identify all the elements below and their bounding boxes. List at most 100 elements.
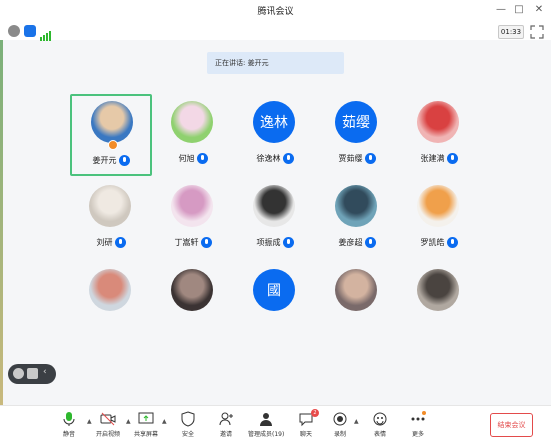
participant-name: 贾茹缨 xyxy=(338,153,363,163)
participant-name-row: 罗凯皓 xyxy=(398,235,480,249)
more-icon xyxy=(411,411,426,421)
microphone-icon xyxy=(282,236,294,248)
participant-tile[interactable]: 罗凯皓 xyxy=(398,178,480,260)
avatar xyxy=(253,185,295,227)
video-button[interactable]: 开启视频 xyxy=(96,411,120,438)
participant-name-row: 姜开元 xyxy=(72,153,150,167)
meeting-timer: 01:33 xyxy=(498,25,524,39)
signal-icon[interactable] xyxy=(40,26,52,41)
invite-icon xyxy=(219,412,233,426)
participant-name: 刘研 xyxy=(96,237,113,247)
title-bar: 腾讯会议 — □ ✕ xyxy=(0,0,551,23)
avatar xyxy=(417,185,459,227)
participant-tile[interactable]: 项振成 xyxy=(234,178,316,260)
record-button[interactable]: 录制 xyxy=(332,411,348,438)
maximize-button[interactable]: □ xyxy=(512,3,526,17)
end-meeting-button[interactable]: 结束会议 xyxy=(490,413,533,437)
close-button[interactable]: ✕ xyxy=(532,3,546,17)
participant-name: 罗凯皓 xyxy=(420,237,445,247)
participant-tile[interactable] xyxy=(398,262,480,344)
participant-tile[interactable]: 姜开元 xyxy=(70,94,152,176)
participant-tile[interactable] xyxy=(70,262,152,344)
emoji-icon[interactable] xyxy=(13,368,24,379)
speaking-indicator: 正在讲话: 姜开元 xyxy=(207,52,344,74)
avatar xyxy=(91,101,133,143)
participant-tile[interactable]: 张建满 xyxy=(398,94,480,176)
shield-icon[interactable] xyxy=(24,25,36,37)
more-button[interactable]: 更多 xyxy=(410,411,426,438)
mute-label: 静音 xyxy=(62,431,75,438)
keyboard-icon[interactable] xyxy=(27,368,38,379)
participant-name-row: 徐逸林 xyxy=(234,151,316,165)
participant-name-row: 张建满 xyxy=(398,151,480,165)
smile-icon xyxy=(373,412,387,426)
host-icon xyxy=(108,140,118,150)
avatar: 逸林 xyxy=(253,101,295,143)
security-button[interactable]: 安全 xyxy=(180,411,196,438)
participant-name: 何旭 xyxy=(178,153,195,163)
invite-button[interactable]: 邀请 xyxy=(218,411,234,438)
record-icon xyxy=(333,412,347,426)
participant-name: 项振成 xyxy=(256,237,281,247)
reaction-button[interactable]: 表情 xyxy=(372,411,388,438)
camera-off-icon xyxy=(100,412,116,426)
shield-icon xyxy=(181,411,195,427)
more-label: 更多 xyxy=(411,431,424,438)
microphone-icon xyxy=(114,236,126,248)
participant-name-row: 刘研 xyxy=(70,235,152,249)
record-label: 录制 xyxy=(333,431,346,438)
avatar xyxy=(335,269,377,311)
video-options-caret[interactable]: ▲ xyxy=(126,418,131,425)
chat-badge: 2 xyxy=(311,409,319,417)
info-bar xyxy=(0,22,551,41)
avatar xyxy=(171,185,213,227)
minimize-button[interactable]: — xyxy=(494,3,508,17)
members-label: 管理成员(19) xyxy=(248,431,285,438)
participant-tile[interactable] xyxy=(316,262,398,344)
participant-tile[interactable]: 國 xyxy=(234,262,316,344)
participant-name-row: 姜彦超 xyxy=(316,235,398,249)
manage-members-button[interactable]: 管理成员(19) xyxy=(248,411,284,438)
mute-button[interactable]: 静音 xyxy=(62,411,76,438)
avatar xyxy=(171,269,213,311)
avatar xyxy=(417,269,459,311)
share-screen-button[interactable]: 共享屏幕 xyxy=(134,411,158,438)
avatar xyxy=(171,101,213,143)
participant-name-row: 何旭 xyxy=(152,151,234,165)
mute-options-caret[interactable]: ▲ xyxy=(87,418,92,425)
avatar: 茹缨 xyxy=(335,101,377,143)
participant-name: 姜彦超 xyxy=(338,237,363,247)
avatar: 國 xyxy=(253,269,295,311)
bottom-toolbar: 静音 ▲ 开启视频 ▲ 共享屏幕 ▲ 安全 邀请 管理成员(19) 聊天 录制 … xyxy=(0,405,551,448)
avatar xyxy=(89,185,131,227)
avatar xyxy=(417,101,459,143)
microphone-icon xyxy=(446,236,458,248)
floating-panel[interactable]: ‹ xyxy=(8,364,56,384)
collapse-icon[interactable]: ‹ xyxy=(43,367,47,377)
microphone-icon xyxy=(446,152,458,164)
participant-tile[interactable]: 刘研 xyxy=(70,178,152,260)
avatar xyxy=(335,185,377,227)
participant-name: 徐逸林 xyxy=(256,153,281,163)
share-options-caret[interactable]: ▲ xyxy=(162,418,167,425)
participant-tile[interactable]: 丁嵩轩 xyxy=(152,178,234,260)
record-options-caret[interactable]: ▲ xyxy=(354,418,359,425)
participant-name: 丁嵩轩 xyxy=(174,237,199,247)
participant-tile[interactable]: 茹缨 贾茹缨 xyxy=(316,94,398,176)
participant-tile[interactable]: 姜彦超 xyxy=(316,178,398,260)
participant-tile[interactable]: 逸林 徐逸林 xyxy=(234,94,316,176)
participant-tile[interactable] xyxy=(152,262,234,344)
participant-tile[interactable]: 何旭 xyxy=(152,94,234,176)
microphone-icon xyxy=(200,236,212,248)
invite-label: 邀请 xyxy=(219,431,232,438)
microphone-icon xyxy=(282,152,294,164)
microphone-icon xyxy=(196,152,208,164)
share-label: 共享屏幕 xyxy=(134,431,159,438)
participant-name: 姜开元 xyxy=(92,155,117,165)
participant-name: 张建满 xyxy=(420,153,445,163)
microphone-icon xyxy=(364,152,376,164)
info-icon[interactable] xyxy=(8,25,20,37)
fullscreen-icon[interactable] xyxy=(530,24,544,39)
avatar xyxy=(89,269,131,311)
video-label: 开启视频 xyxy=(96,431,121,438)
